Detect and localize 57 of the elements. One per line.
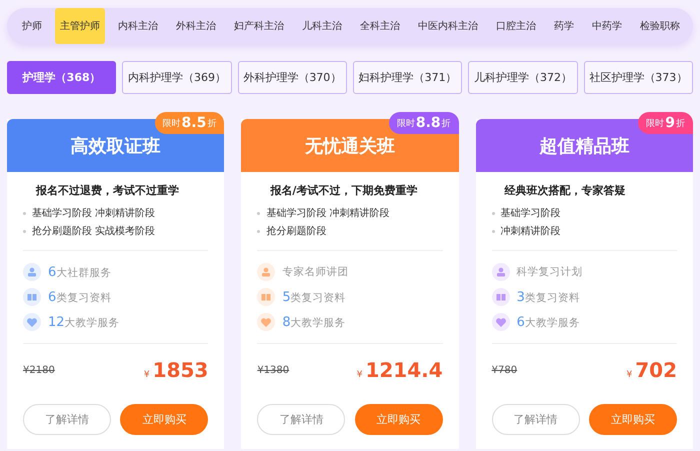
- sale-price: ¥1853: [144, 358, 208, 382]
- stage-item: 基础学习阶段: [492, 206, 677, 220]
- course-title: 超值精品班: [539, 134, 630, 158]
- discount-badge: 限时8.8折: [388, 112, 459, 134]
- course-slogan: 报名不过退费，考试不过重学: [36, 183, 180, 198]
- category-tab[interactable]: 妇产科主治: [229, 8, 289, 44]
- sale-price: ¥1214.4: [356, 358, 443, 382]
- feature-text: 6大社群服务: [48, 264, 112, 280]
- feature-text: 6类复习资料: [48, 290, 112, 304]
- subject-tab[interactable]: 护理学（368）: [7, 61, 116, 94]
- discount-badge: 限时8.5 折: [154, 112, 224, 134]
- category-tab[interactable]: 主管护师: [55, 8, 105, 44]
- category-tab[interactable]: 口腔主治: [491, 8, 541, 44]
- feature-text: 3类复习资料: [516, 290, 580, 304]
- person-icon: [492, 263, 510, 281]
- original-price: ¥1380: [257, 364, 290, 376]
- details-button[interactable]: 了解详情: [492, 404, 580, 435]
- course-slogan: 报名/考试不过，下期免费重学: [270, 183, 418, 198]
- subject-tab[interactable]: 外科护理学（370）: [238, 61, 347, 94]
- book-icon: [23, 288, 41, 306]
- feature-text: 8大教学服务: [282, 314, 346, 330]
- category-tab[interactable]: 全科主治: [355, 8, 405, 44]
- subject-tab[interactable]: 儿科护理学（372）: [468, 61, 578, 94]
- stage-item: 基础学习阶段 冲刺精讲阶段: [257, 206, 443, 220]
- feature-text: 6大教学服务: [516, 314, 580, 330]
- details-button[interactable]: 了解详情: [23, 404, 111, 435]
- subject-tab[interactable]: 社区护理学（373）: [584, 61, 693, 94]
- category-tab[interactable]: 药学: [549, 8, 579, 44]
- stage-item: 冲刺精讲阶段: [492, 224, 677, 238]
- sale-price: ¥702: [626, 358, 677, 382]
- feature-text: 科学复习计划: [516, 265, 583, 279]
- feature-text: 专家名师讲团: [282, 265, 348, 279]
- category-tab[interactable]: 检验职称: [635, 8, 685, 44]
- subject-tab[interactable]: 内科护理学（369）: [122, 61, 232, 94]
- stage-item: 抢分刷题阶段: [257, 224, 443, 238]
- original-price: ¥780: [492, 364, 518, 376]
- person-icon: [23, 263, 41, 281]
- discount-badge: 限时 9 折: [638, 112, 693, 134]
- original-price: ¥2180: [23, 364, 55, 376]
- stage-item: 抢分刷题阶段 实战模考阶段: [23, 224, 208, 238]
- category-tab[interactable]: 儿科主治: [297, 8, 347, 44]
- person-icon: [257, 263, 276, 281]
- subject-tab[interactable]: 妇科护理学（371）: [352, 61, 462, 94]
- details-button[interactable]: 了解详情: [257, 404, 346, 435]
- category-tab[interactable]: 外科主治: [171, 8, 221, 44]
- course-title: 高效取证班: [70, 134, 161, 158]
- book-icon: [257, 288, 276, 306]
- feature-text: 12大教学服务: [48, 314, 120, 330]
- category-tab[interactable]: 内科主治: [113, 8, 163, 44]
- stage-item: 基础学习阶段 冲刺精讲阶段: [23, 206, 208, 220]
- feature-text: 5类复习资料: [282, 290, 346, 304]
- category-tab[interactable]: 中医内科主治: [413, 8, 483, 44]
- category-tab[interactable]: 中药学: [587, 8, 627, 44]
- course-title: 无忧通关班: [304, 134, 395, 158]
- category-tab[interactable]: 护师: [17, 8, 47, 44]
- course-slogan: 经典班次搭配，专家答疑: [504, 183, 627, 198]
- book-icon: [492, 288, 510, 306]
